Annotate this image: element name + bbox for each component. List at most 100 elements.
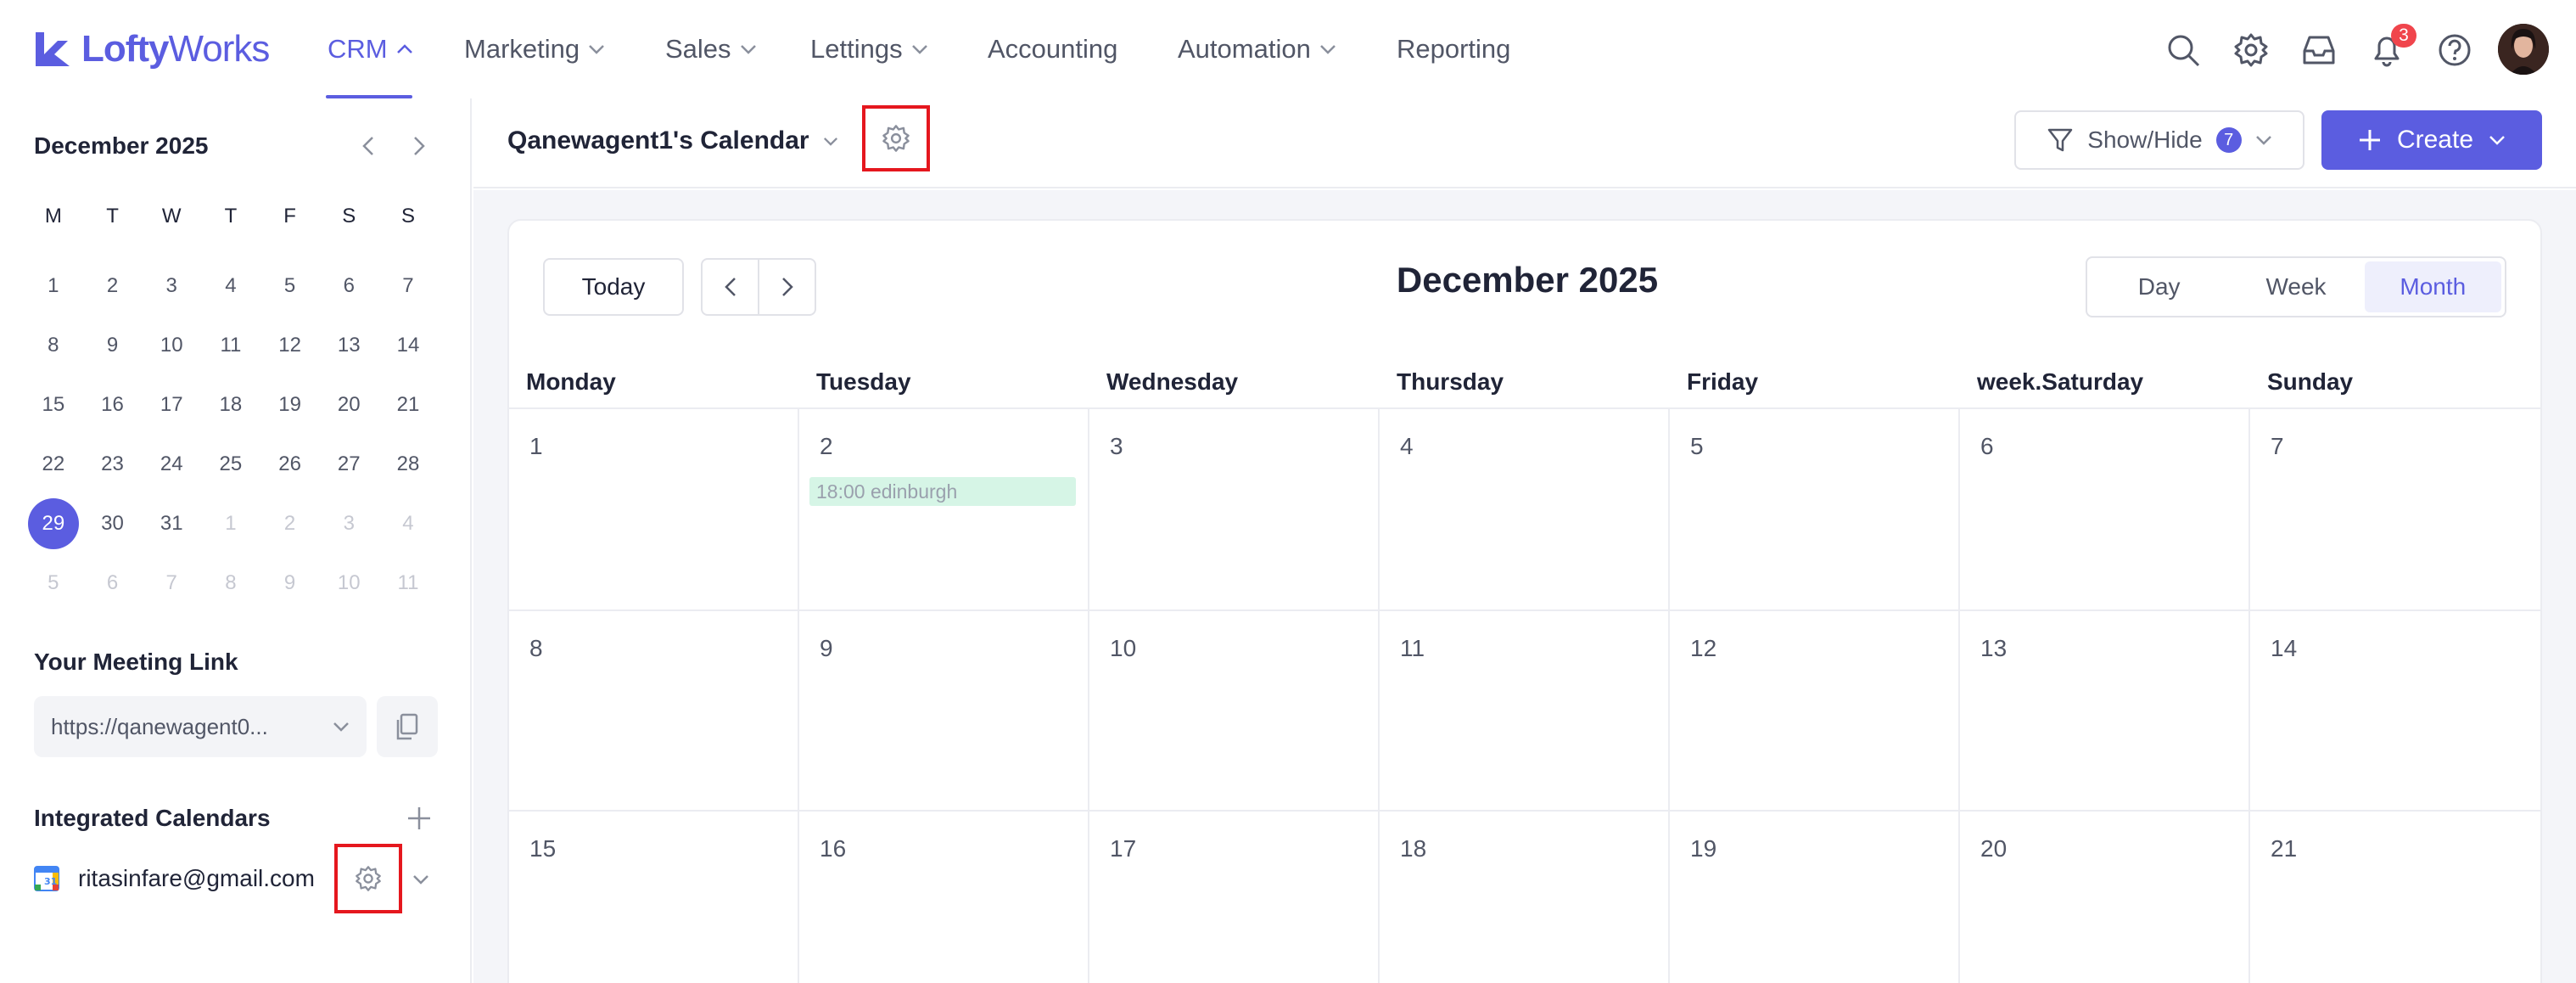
mini-day[interactable]: 3: [142, 256, 201, 316]
day-cell[interactable]: 11: [1380, 611, 1670, 810]
mini-day[interactable]: 27: [319, 435, 378, 494]
view-month-tab[interactable]: Month: [2364, 261, 2501, 312]
day-cell[interactable]: 3: [1089, 409, 1380, 609]
mini-day-other-month[interactable]: 5: [24, 553, 83, 613]
day-cell[interactable]: 17: [1089, 812, 1380, 983]
day-cell[interactable]: 14: [2250, 611, 2540, 810]
meeting-link-select[interactable]: https://qanewagent0...: [34, 696, 367, 757]
mini-day[interactable]: 30: [83, 494, 143, 553]
user-avatar[interactable]: [2498, 24, 2549, 75]
today-button[interactable]: Today: [543, 258, 684, 316]
day-cell[interactable]: 20: [1960, 812, 2250, 983]
show-hide-filter-button[interactable]: Show/Hide 7: [2014, 110, 2304, 170]
day-cell[interactable]: 10: [1089, 611, 1380, 810]
mini-day-other-month[interactable]: 11: [378, 553, 438, 613]
mini-day[interactable]: 18: [201, 375, 260, 435]
nav-item-sales[interactable]: Sales: [665, 31, 757, 68]
day-cell[interactable]: 8: [509, 611, 799, 810]
mini-day-selected[interactable]: 29: [24, 494, 83, 553]
mini-day[interactable]: 11: [201, 316, 260, 375]
add-calendar-button[interactable]: [402, 801, 436, 835]
mini-day-other-month[interactable]: 8: [201, 553, 260, 613]
calendar-settings-button[interactable]: [862, 105, 930, 171]
day-cell[interactable]: 2 18:00 edinburgh: [799, 409, 1089, 609]
day-number: 16: [820, 835, 847, 862]
day-cell[interactable]: 1: [509, 409, 799, 609]
integrated-calendar-expand-button[interactable]: [404, 862, 438, 896]
calendar-event[interactable]: 18:00 edinburgh: [809, 477, 1076, 506]
day-cell[interactable]: 19: [1670, 812, 1960, 983]
next-period-button[interactable]: [759, 260, 815, 314]
mini-day-other-month[interactable]: 4: [378, 494, 438, 553]
integrated-calendar-row[interactable]: 31 ritasinfare@gmail.com: [34, 859, 315, 898]
previous-period-button[interactable]: [703, 260, 759, 314]
mini-day[interactable]: 21: [378, 375, 438, 435]
mini-day[interactable]: 24: [142, 435, 201, 494]
settings-gear-icon[interactable]: [2232, 31, 2271, 70]
mini-day-other-month[interactable]: 7: [142, 553, 201, 613]
help-icon[interactable]: [2435, 31, 2474, 70]
nav-item-marketing[interactable]: Marketing: [464, 31, 605, 68]
mini-day[interactable]: 10: [142, 316, 201, 375]
mini-day[interactable]: 16: [83, 375, 143, 435]
mini-day[interactable]: 22: [24, 435, 83, 494]
mini-day[interactable]: 14: [378, 316, 438, 375]
mini-day[interactable]: 6: [319, 256, 378, 316]
nav-item-lettings[interactable]: Lettings: [810, 31, 928, 68]
day-cell[interactable]: 5: [1670, 409, 1960, 609]
day-cell[interactable]: 21: [2250, 812, 2540, 983]
mini-weekday-label: S: [342, 205, 356, 227]
create-button[interactable]: Create: [2321, 110, 2542, 170]
mini-day[interactable]: 19: [260, 375, 320, 435]
calendar-selector[interactable]: Qanewagent1's Calendar: [507, 124, 838, 158]
mini-day[interactable]: 25: [201, 435, 260, 494]
mini-day-other-month[interactable]: 10: [319, 553, 378, 613]
view-day-tab[interactable]: Day: [2091, 261, 2227, 312]
mini-day[interactable]: 23: [83, 435, 143, 494]
mini-day[interactable]: 20: [319, 375, 378, 435]
mini-day-other-month[interactable]: 6: [83, 553, 143, 613]
inbox-icon[interactable]: [2299, 31, 2338, 70]
mini-day[interactable]: 15: [24, 375, 83, 435]
mini-day[interactable]: 4: [201, 256, 260, 316]
nav-item-automation[interactable]: Automation: [1178, 31, 1336, 68]
mini-weekday-label: W: [161, 205, 182, 227]
search-icon[interactable]: [2164, 31, 2203, 70]
mini-day-other-month[interactable]: 9: [260, 553, 320, 613]
loftyworks-logo[interactable]: LoftyWorks: [32, 24, 270, 75]
mini-day-other-month[interactable]: 1: [201, 494, 260, 553]
gear-icon: [882, 125, 910, 152]
day-cell[interactable]: 9: [799, 611, 1089, 810]
day-cell[interactable]: 16: [799, 812, 1089, 983]
nav-item-crm[interactable]: CRM: [328, 31, 413, 68]
view-week-tab[interactable]: Week: [2227, 261, 2364, 312]
copy-link-button[interactable]: [377, 696, 438, 757]
logo-mark-icon: [36, 32, 70, 66]
mini-day[interactable]: 1: [24, 256, 83, 316]
day-cell[interactable]: 4: [1380, 409, 1670, 609]
day-cell[interactable]: 13: [1960, 611, 2250, 810]
mini-day[interactable]: 13: [319, 316, 378, 375]
mini-day-other-month[interactable]: 2: [260, 494, 320, 553]
mini-day[interactable]: 12: [260, 316, 320, 375]
mini-day[interactable]: 5: [260, 256, 320, 316]
integrated-calendar-settings-button[interactable]: [334, 844, 402, 913]
day-cell[interactable]: 12: [1670, 611, 1960, 810]
day-cell[interactable]: 7: [2250, 409, 2540, 609]
mini-day[interactable]: 9: [83, 316, 143, 375]
mini-day[interactable]: 26: [260, 435, 320, 494]
mini-day[interactable]: 17: [142, 375, 201, 435]
day-cell[interactable]: 6: [1960, 409, 2250, 609]
nav-item-reporting[interactable]: Reporting: [1397, 31, 1510, 68]
day-cell[interactable]: 18: [1380, 812, 1670, 983]
mini-day[interactable]: 7: [378, 256, 438, 316]
mini-calendar-prev-button[interactable]: [351, 129, 385, 163]
mini-day[interactable]: 2: [83, 256, 143, 316]
nav-item-accounting[interactable]: Accounting: [988, 31, 1117, 68]
mini-calendar-next-button[interactable]: [402, 129, 436, 163]
day-cell[interactable]: 15: [509, 812, 799, 983]
mini-day[interactable]: 8: [24, 316, 83, 375]
mini-day[interactable]: 31: [142, 494, 201, 553]
mini-day-other-month[interactable]: 3: [319, 494, 378, 553]
mini-day[interactable]: 28: [378, 435, 438, 494]
